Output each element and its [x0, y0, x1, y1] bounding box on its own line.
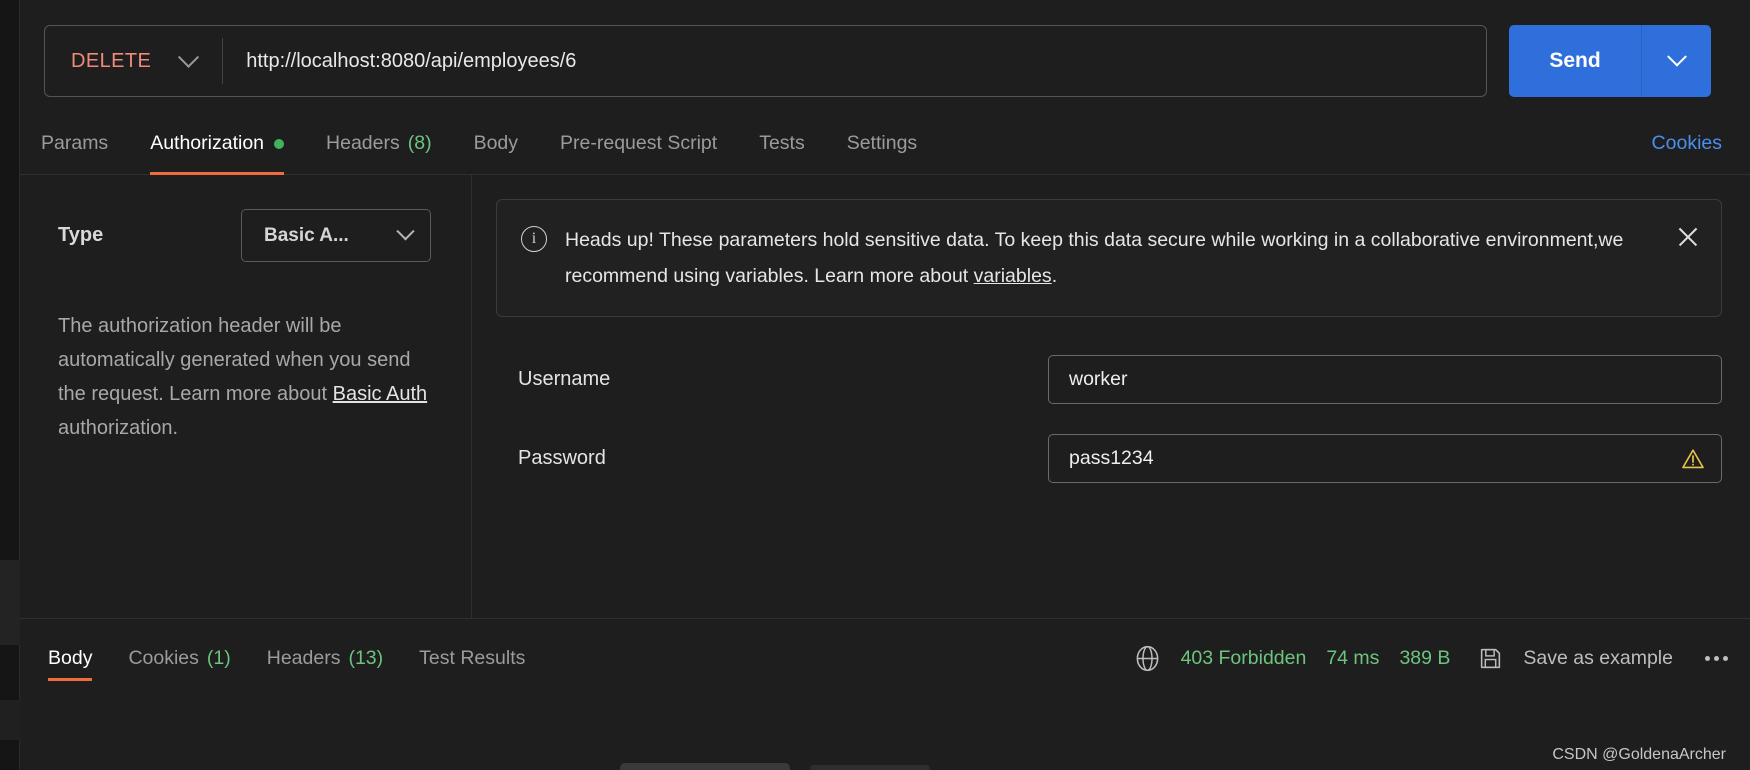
response-bar: Body Cookies (1) Headers (13) Test Resul…: [20, 618, 1750, 770]
send-button-group: Send: [1509, 25, 1711, 97]
username-row: Username: [496, 355, 1722, 404]
tab-label: Headers: [266, 646, 341, 669]
auth-type-panel: Type Basic A... The authorization header…: [20, 175, 472, 618]
auth-form-panel: i Heads up! These parameters hold sensit…: [472, 175, 1750, 618]
variables-link[interactable]: variables: [974, 265, 1052, 287]
tab-headers[interactable]: Headers (8): [305, 113, 453, 175]
response-tab-body[interactable]: Body: [30, 629, 110, 687]
sensitive-data-notice: i Heads up! These parameters hold sensit…: [496, 199, 1722, 317]
username-field-wrapper: [1048, 355, 1722, 404]
dot: [1705, 655, 1710, 661]
username-input[interactable]: [1069, 368, 1701, 391]
auth-description: The authorization header will be automat…: [58, 309, 431, 445]
dot: [1723, 655, 1728, 661]
tab-label: Headers: [326, 132, 400, 154]
http-method-label: DELETE: [71, 49, 152, 72]
auth-type-dropdown[interactable]: Basic A...: [241, 209, 431, 262]
notice-text-part1: Heads up! These parameters hold sensitiv…: [565, 229, 1624, 287]
auth-type-value: Basic A...: [264, 224, 349, 246]
response-status-group: 403 Forbidden 74 ms 389 B Save as exampl…: [1134, 633, 1728, 683]
basic-auth-link[interactable]: Basic Auth: [333, 383, 428, 405]
status-dot-icon: [274, 138, 285, 149]
tab-tests[interactable]: Tests: [738, 113, 826, 175]
response-tab-headers[interactable]: Headers (13): [249, 629, 401, 687]
password-label: Password: [518, 447, 606, 469]
tab-settings[interactable]: Settings: [826, 113, 938, 175]
tab-label: Pre-request Script: [560, 132, 718, 154]
password-field-wrapper: [1048, 434, 1722, 483]
watermark: CSDN @GoldenaArcher: [1552, 746, 1726, 763]
tab-label: Tests: [759, 132, 805, 154]
send-options-button[interactable]: [1641, 25, 1711, 97]
sidebar-scroll-thumb[interactable]: [0, 560, 20, 645]
dot: [1714, 655, 1719, 661]
globe-icon[interactable]: [1134, 645, 1161, 672]
auth-type-row: Type Basic A...: [58, 209, 431, 262]
response-tab-cookies[interactable]: Cookies (1): [110, 629, 248, 687]
left-sidebar-rail: [0, 0, 20, 770]
send-button[interactable]: Send: [1509, 25, 1641, 97]
tab-label: Body: [473, 132, 519, 154]
notice-text-part2: .: [1051, 265, 1058, 287]
tab-label: Settings: [846, 132, 918, 154]
tab-label: Test Results: [419, 646, 526, 669]
chevron-down-icon: [396, 222, 415, 241]
save-disk-icon[interactable]: [1478, 646, 1503, 671]
sidebar-scroll-thumb-secondary[interactable]: [0, 700, 20, 740]
response-status-code: 403 Forbidden: [1180, 646, 1307, 669]
url-bar-region: DELETE Send: [20, 0, 1750, 113]
chevron-down-icon: [178, 46, 200, 68]
auth-type-label: Type: [58, 224, 104, 246]
tab-body[interactable]: Body: [453, 113, 539, 175]
http-method-selector[interactable]: DELETE: [45, 26, 200, 96]
save-as-example-button[interactable]: Save as example: [1523, 647, 1673, 670]
tab-label: Params: [41, 132, 109, 154]
notice-text: Heads up! These parameters hold sensitiv…: [565, 222, 1661, 294]
chevron-down-icon: [1666, 46, 1687, 67]
response-tab-test-results[interactable]: Test Results: [401, 629, 543, 687]
request-tab-bar: Params Authorization Headers (8) Body Pr…: [20, 113, 1750, 175]
url-input-box: DELETE: [44, 25, 1487, 97]
bottom-drag-handle-secondary[interactable]: [810, 765, 930, 770]
tab-count-badge: (13): [348, 646, 384, 669]
info-icon: i: [521, 226, 547, 252]
tab-authorization[interactable]: Authorization: [129, 113, 305, 175]
auth-description-part2: authorization.: [58, 417, 179, 439]
bottom-drag-handle[interactable]: [620, 763, 790, 770]
tab-params[interactable]: Params: [20, 113, 129, 175]
tab-label: Body: [48, 646, 93, 669]
warning-triangle-icon: [1682, 448, 1704, 468]
password-input[interactable]: [1069, 447, 1701, 470]
postman-window: DELETE Send Params Authorization Headers…: [0, 0, 1750, 770]
tab-pre-request-script[interactable]: Pre-request Script: [539, 113, 738, 175]
more-options-icon[interactable]: [1705, 655, 1728, 661]
url-input[interactable]: [223, 49, 1486, 73]
tab-count-badge: (1): [206, 646, 231, 669]
main-content: Type Basic A... The authorization header…: [20, 175, 1750, 618]
close-icon[interactable]: [1673, 222, 1703, 252]
response-size: 389 B: [1399, 646, 1451, 669]
tab-label: Cookies: [128, 646, 199, 669]
cookies-link[interactable]: Cookies: [1652, 132, 1722, 155]
username-label: Username: [518, 368, 611, 390]
tab-count-badge: (8): [407, 132, 432, 154]
response-tab-bar: Body Cookies (1) Headers (13) Test Resul…: [30, 629, 543, 687]
password-row: Password: [496, 434, 1722, 483]
tab-label: Authorization: [150, 132, 265, 154]
response-time: 74 ms: [1326, 646, 1380, 669]
